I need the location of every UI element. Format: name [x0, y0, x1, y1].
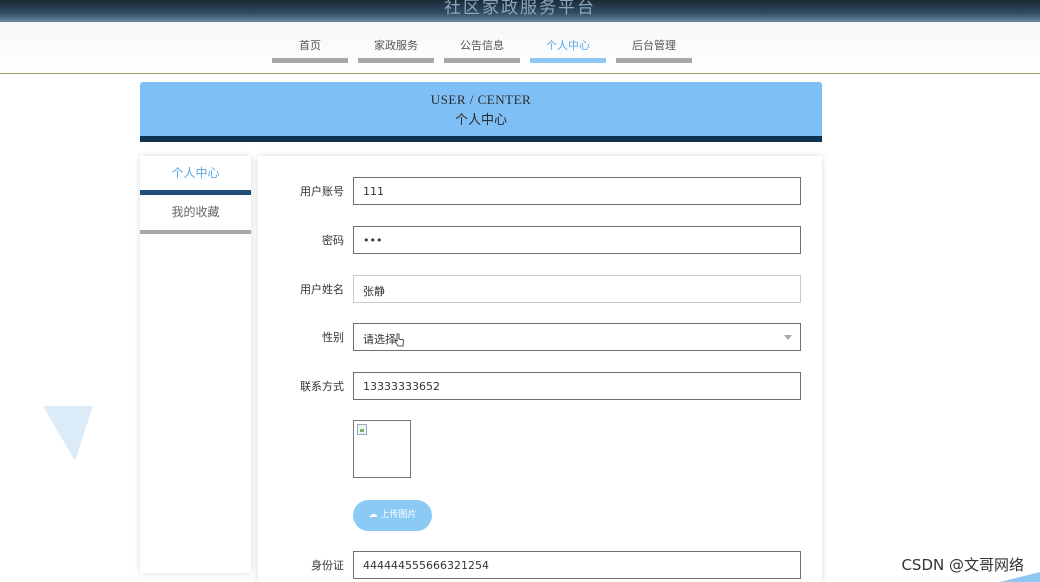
id-row: 身份证 444444555666321254 — [258, 551, 822, 579]
broken-image-icon — [357, 424, 367, 435]
nav-item-underline — [616, 58, 692, 63]
page-title-cn: 个人中心 — [454, 113, 507, 128]
password-label: 密码 — [322, 234, 344, 247]
nav-item-label: 后台管理 — [632, 39, 676, 52]
account-row: 用户账号 111 — [258, 177, 822, 205]
side-menu: 个人中心 我的收藏 — [140, 156, 251, 573]
nav-items: 首页 家政服务 公告信息 个人中心 后台管理 — [272, 38, 702, 63]
nav-item-home[interactable]: 首页 — [272, 38, 348, 63]
top-banner: 社区家政服务平台 — [0, 0, 1040, 22]
account-input[interactable]: 111 — [353, 177, 801, 205]
side-item-label: 个人中心 — [171, 166, 220, 180]
account-label: 用户账号 — [300, 185, 344, 198]
nav-item-underline — [530, 58, 606, 63]
nav-item-underline — [358, 58, 434, 63]
nav-item-label: 个人中心 — [546, 39, 590, 52]
password-row: 密码 ••• — [258, 226, 822, 254]
phone-input[interactable]: 13333333652 — [353, 372, 801, 400]
profile-form: 用户账号 111 密码 ••• 用户姓名 张静 性别 请选择 联系方式 1333… — [258, 156, 822, 582]
nav-item-services[interactable]: 家政服务 — [358, 38, 434, 63]
nav-item-label: 公告信息 — [460, 39, 504, 52]
side-item-underline — [140, 230, 251, 234]
side-item-label: 我的收藏 — [171, 205, 220, 219]
nav-item-label: 首页 — [299, 39, 321, 52]
id-label: 身份证 — [311, 559, 344, 572]
side-item-favorites[interactable]: 我的收藏 — [140, 195, 251, 234]
nav-item-notices[interactable]: 公告信息 — [444, 38, 520, 63]
gender-select[interactable]: 请选择 — [353, 323, 801, 351]
name-row: 用户姓名 张静 — [258, 275, 822, 303]
nav-item-user-center[interactable]: 个人中心 — [530, 38, 606, 63]
chevron-down-icon — [784, 335, 792, 340]
main-nav: 首页 家政服务 公告信息 个人中心 后台管理 — [0, 22, 1040, 74]
page-title-en: USER / CENTER — [430, 92, 532, 107]
id-input[interactable]: 444444555666321254 — [353, 551, 801, 579]
hand-cursor-icon — [394, 333, 404, 347]
phone-label: 联系方式 — [300, 380, 344, 393]
page-header: USER / CENTER 个人中心 — [140, 82, 822, 142]
upload-image-button[interactable]: ☁ 上传图片 — [353, 500, 432, 531]
watermark: CSDN @文哥网络 — [901, 554, 1024, 575]
side-item-user-center[interactable]: 个人中心 — [140, 156, 251, 195]
name-input[interactable]: 张静 — [353, 275, 801, 303]
decor-triangle — [25, 406, 93, 461]
gender-select-placeholder: 请选择 — [363, 333, 396, 346]
gender-row: 性别 请选择 — [258, 323, 822, 351]
password-input[interactable]: ••• — [353, 226, 801, 254]
nav-item-underline — [272, 58, 348, 63]
nav-divider — [0, 73, 1040, 74]
site-title: 社区家政服务平台 — [444, 0, 596, 18]
name-label: 用户姓名 — [300, 283, 344, 296]
nav-item-label: 家政服务 — [374, 39, 418, 52]
nav-item-admin[interactable]: 后台管理 — [616, 38, 692, 63]
nav-item-underline — [444, 58, 520, 63]
gender-label: 性别 — [322, 331, 344, 344]
upload-button-label: 上传图片 — [380, 510, 417, 520]
cloud-upload-icon: ☁ — [368, 510, 378, 520]
avatar-preview — [353, 420, 411, 478]
phone-row: 联系方式 13333333652 — [258, 372, 822, 400]
